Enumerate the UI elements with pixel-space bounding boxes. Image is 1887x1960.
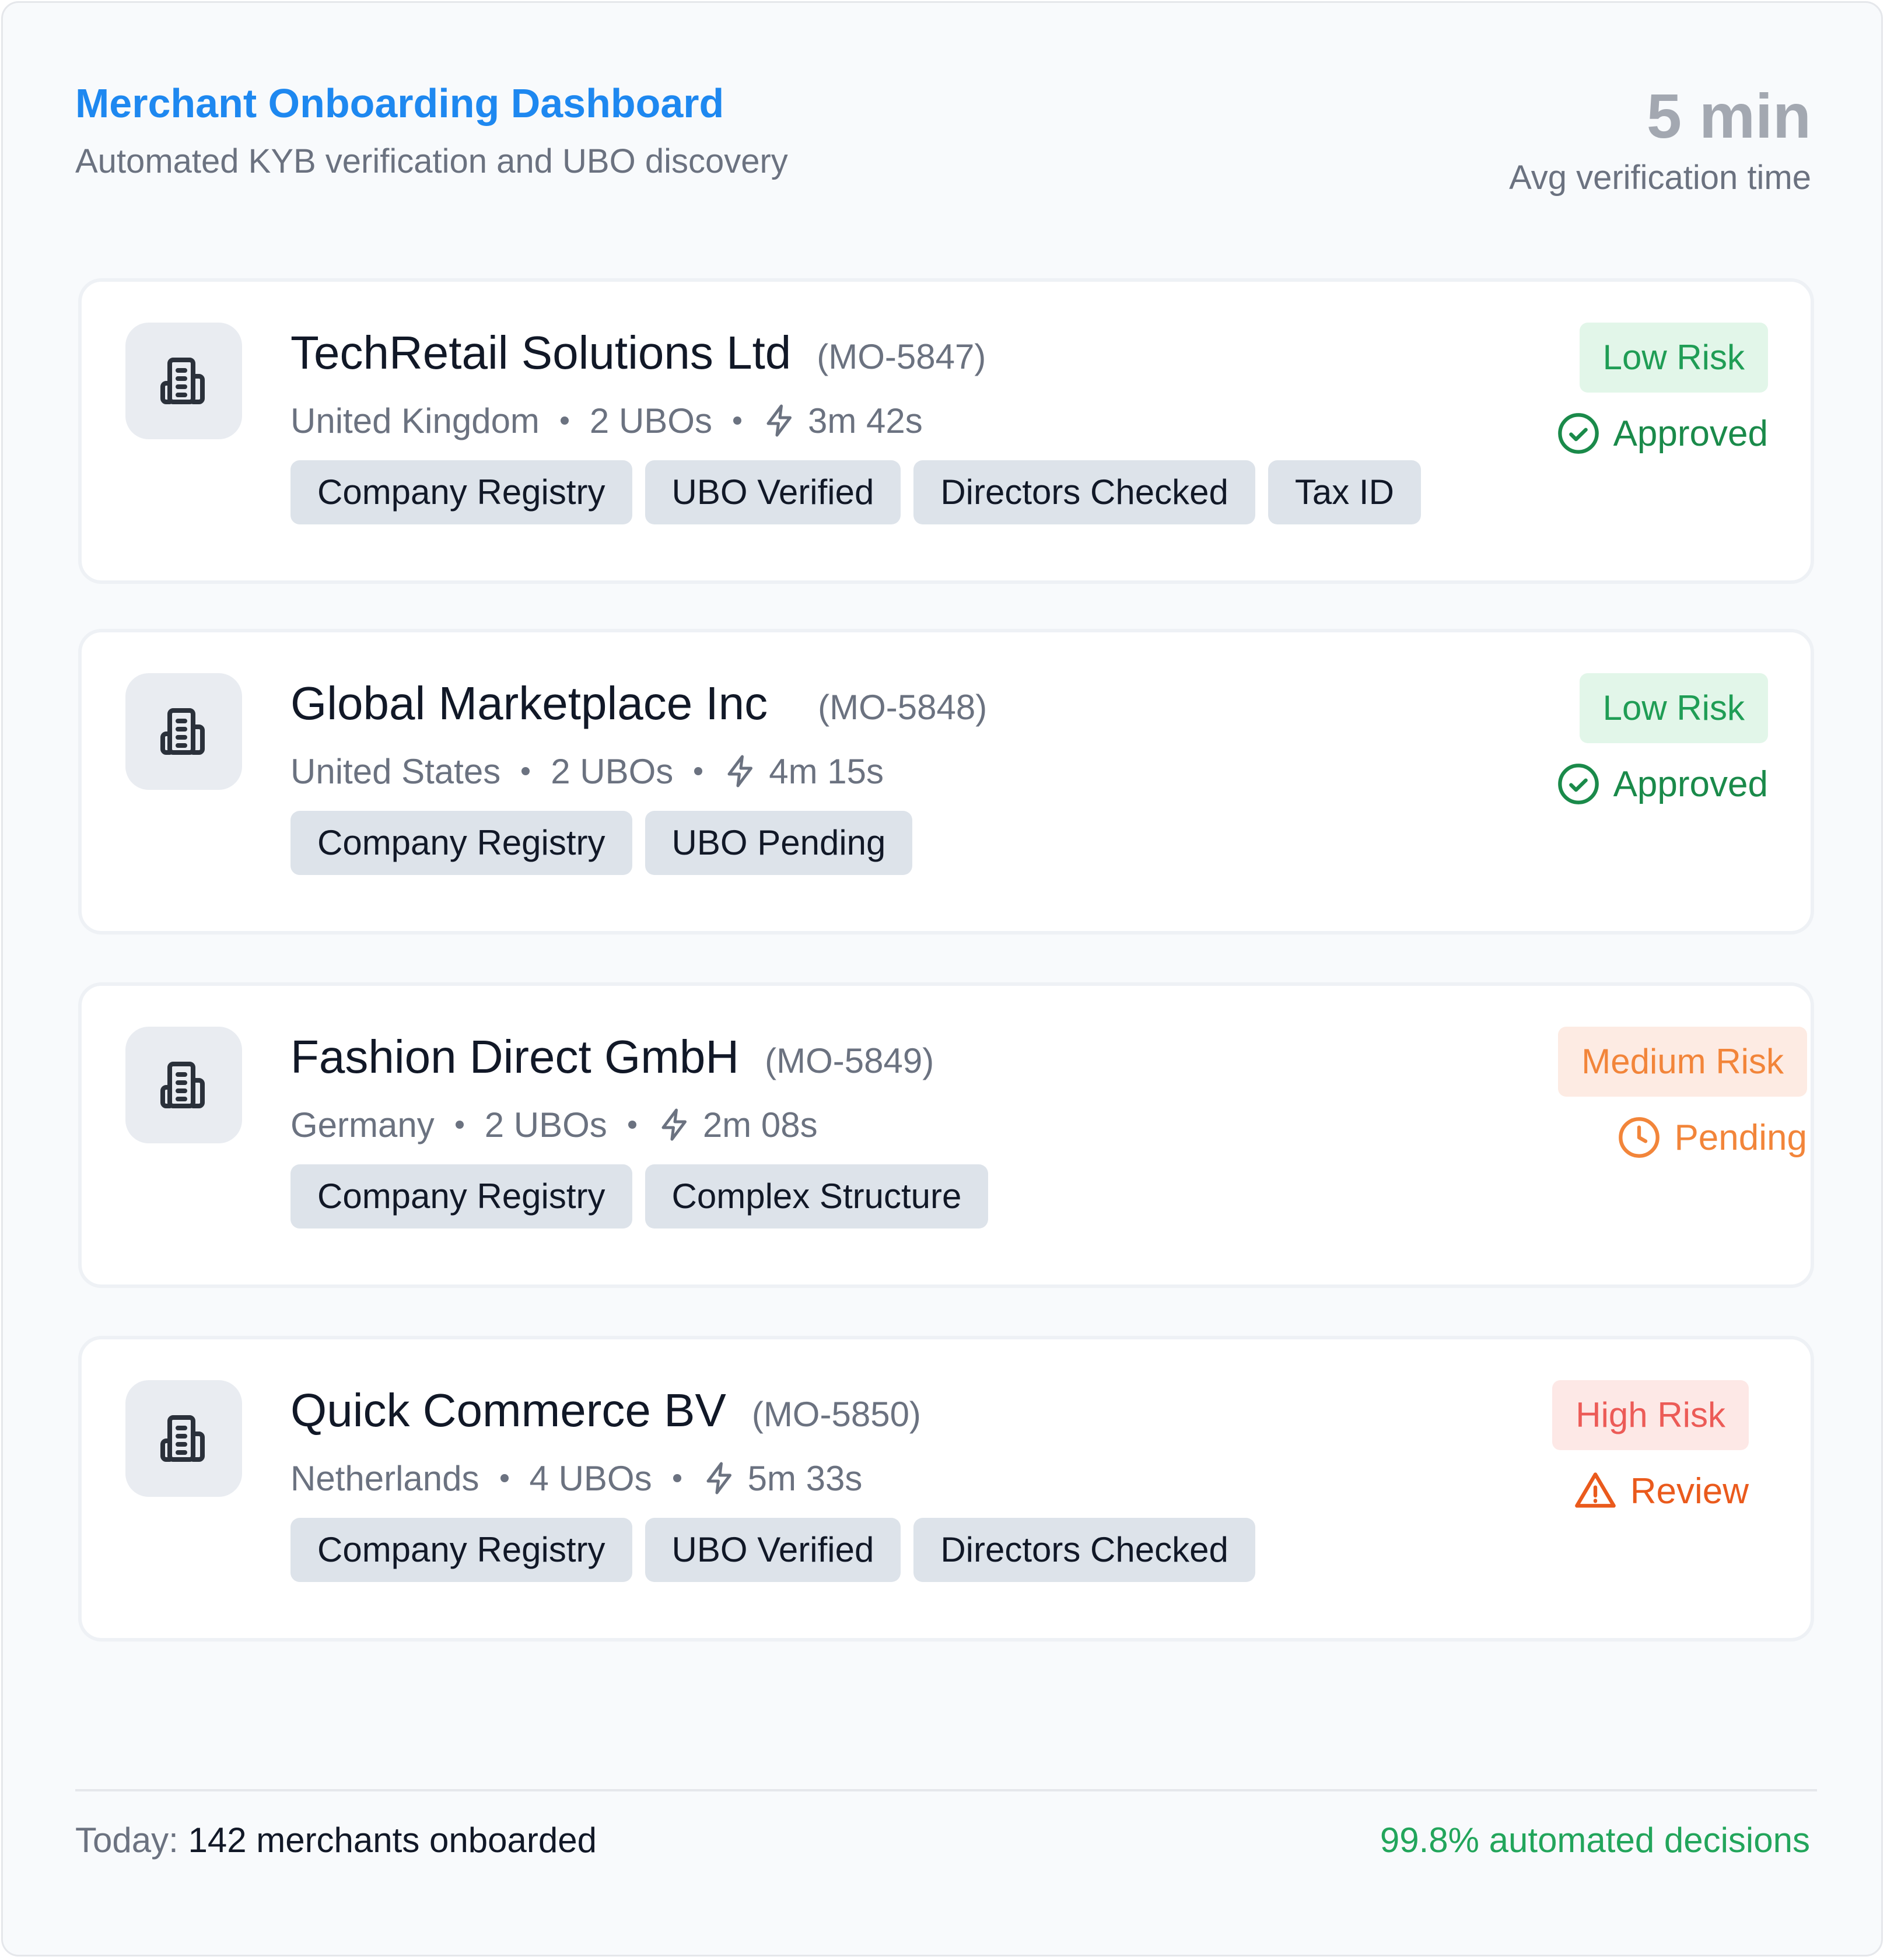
- verification-tags: Company Registry Complex Structure: [290, 1164, 1001, 1228]
- merchant-card[interactable]: Global Marketplace Inc (MO-5848) United …: [78, 629, 1814, 935]
- separator-dot: [560, 416, 569, 425]
- merchant-id: (MO-5850): [751, 1395, 921, 1434]
- merchant-card[interactable]: Fashion Direct GmbH (MO-5849) Germany 2 …: [78, 982, 1814, 1288]
- warning-triangle-icon: [1573, 1469, 1618, 1513]
- merchant-card[interactable]: TechRetail Solutions Ltd (MO-5847) Unite…: [78, 278, 1814, 584]
- separator-dot: [673, 1474, 681, 1482]
- merchant-ubo-count: 2 UBOs: [551, 751, 674, 791]
- merchant-details: Fashion Direct GmbH (MO-5849) Germany 2 …: [290, 1028, 1001, 1228]
- verification-tag: Directors Checked: [913, 460, 1255, 524]
- check-circle-icon: [1556, 411, 1601, 456]
- verification-tag: Company Registry: [290, 811, 632, 875]
- verification-tag: Company Registry: [290, 460, 632, 524]
- building-icon: [125, 1027, 242, 1143]
- dashboard-panel: Merchant Onboarding Dashboard Automated …: [1, 1, 1883, 1957]
- verification-tag: Complex Structure: [645, 1164, 989, 1228]
- merchant-status: Medium Risk Pending: [1558, 1027, 1807, 1167]
- avg-time-value: 5 min: [1646, 80, 1811, 151]
- merchant-id: (MO-5847): [817, 337, 986, 376]
- verification-tags: Company Registry UBO Pending: [290, 811, 987, 875]
- status-label: Approved: [1613, 413, 1768, 454]
- merchant-verification-time: 4m 15s: [769, 751, 884, 791]
- merchant-ubo-count: 2 UBOs: [589, 401, 712, 440]
- footer-divider: [75, 1789, 1817, 1791]
- merchant-details: TechRetail Solutions Ltd (MO-5847) Unite…: [290, 324, 1434, 524]
- building-icon: [125, 673, 242, 790]
- separator-dot: [455, 1121, 464, 1129]
- merchant-verification-time: 3m 42s: [807, 401, 923, 440]
- merchant-country: United States: [290, 751, 501, 791]
- merchant-name: Fashion Direct GmbH: [290, 1031, 740, 1083]
- avg-time-stat: 5 min Avg verification time: [1509, 81, 1811, 199]
- separator-dot: [694, 767, 703, 775]
- verification-tag: Company Registry: [290, 1518, 632, 1582]
- merchant-status: Low Risk Approved: [1556, 323, 1768, 463]
- bolt-icon: [762, 403, 797, 438]
- separator-dot: [521, 767, 530, 775]
- page-subtitle: Automated KYB verification and UBO disco…: [75, 142, 788, 180]
- verification-tags: Company Registry UBO Verified Directors …: [290, 1518, 1268, 1582]
- status-label: Review: [1630, 1471, 1749, 1511]
- merchant-status: Low Risk Approved: [1556, 673, 1768, 813]
- bolt-icon: [702, 1461, 737, 1496]
- merchant-ubo-count: 2 UBOs: [484, 1105, 607, 1144]
- merchant-name: Quick Commerce BV: [290, 1384, 726, 1436]
- check-circle-icon: [1556, 762, 1601, 806]
- verification-tag: UBO Verified: [645, 1518, 901, 1582]
- merchant-id: (MO-5849): [765, 1041, 934, 1080]
- avg-time-label: Avg verification time: [1509, 159, 1811, 197]
- risk-badge: Medium Risk: [1558, 1027, 1807, 1097]
- merchant-country: Germany: [290, 1105, 435, 1144]
- verification-tag: UBO Verified: [645, 460, 901, 524]
- separator-dot: [628, 1121, 636, 1129]
- merchant-id: (MO-5848): [818, 688, 988, 727]
- risk-badge: Low Risk: [1579, 323, 1768, 393]
- clock-icon: [1617, 1115, 1661, 1160]
- risk-badge: High Risk: [1552, 1380, 1749, 1450]
- verification-tag: Company Registry: [290, 1164, 632, 1228]
- merchant-name: TechRetail Solutions Ltd: [290, 327, 792, 379]
- merchant-verification-time: 5m 33s: [747, 1458, 863, 1498]
- merchant-ubo-count: 4 UBOs: [529, 1458, 652, 1498]
- building-icon: [125, 323, 242, 439]
- header: Merchant Onboarding Dashboard Automated …: [75, 78, 788, 183]
- merchant-country: Netherlands: [290, 1458, 479, 1498]
- automation-rate: 99.8% automated decisions: [1380, 1821, 1810, 1860]
- separator-dot: [500, 1474, 509, 1482]
- verification-tags: Company Registry UBO Verified Directors …: [290, 460, 1434, 524]
- merchant-verification-time: 2m 08s: [702, 1105, 818, 1144]
- merchant-status: High Risk Review: [1552, 1380, 1749, 1520]
- daily-summary-prefix: Today:: [75, 1821, 178, 1860]
- merchant-country: United Kingdom: [290, 401, 540, 440]
- verification-tag: Directors Checked: [913, 1518, 1255, 1582]
- risk-badge: Low Risk: [1579, 673, 1768, 743]
- daily-summary: Today: 142 merchants onboarded: [75, 1817, 597, 1864]
- merchant-details: Global Marketplace Inc (MO-5848) United …: [290, 674, 987, 875]
- verification-tag: Tax ID: [1268, 460, 1421, 524]
- status-label: Approved: [1613, 764, 1768, 804]
- building-icon: [125, 1380, 242, 1497]
- merchant-details: Quick Commerce BV (MO-5850) Netherlands …: [290, 1381, 1268, 1582]
- daily-merchant-count: 142 merchants onboarded: [188, 1821, 597, 1860]
- merchant-card[interactable]: Quick Commerce BV (MO-5850) Netherlands …: [78, 1336, 1814, 1642]
- verification-tag: UBO Pending: [645, 811, 913, 875]
- status-label: Pending: [1674, 1117, 1807, 1158]
- page-title: Merchant Onboarding Dashboard: [75, 80, 724, 126]
- bolt-icon: [723, 754, 758, 789]
- merchant-name: Global Marketplace Inc: [290, 677, 768, 729]
- separator-dot: [733, 416, 741, 425]
- bolt-icon: [657, 1107, 692, 1142]
